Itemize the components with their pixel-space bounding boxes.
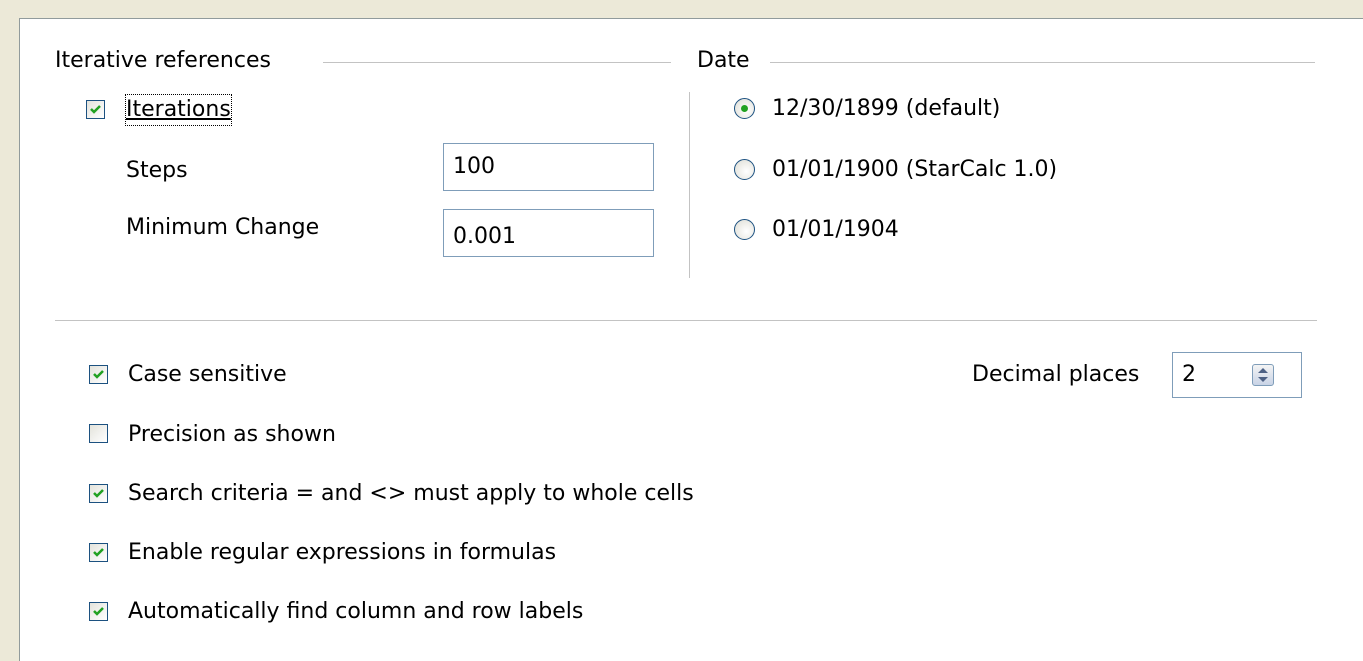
date-radio-1899[interactable] — [734, 98, 755, 119]
regular-expressions-label[interactable]: Enable regular expressions in formulas — [128, 538, 556, 568]
find-labels-label[interactable]: Automatically find column and row labels — [128, 597, 583, 627]
minimum-change-input[interactable]: 0.001 — [443, 209, 654, 257]
search-criteria-label[interactable]: Search criteria = and <> must apply to w… — [128, 479, 694, 509]
decimal-places-value: 2 — [1182, 362, 1196, 387]
case-sensitive-checkbox[interactable] — [89, 365, 108, 384]
date-group-line — [770, 62, 1315, 63]
precision-as-shown-label[interactable]: Precision as shown — [128, 420, 336, 450]
iterations-label[interactable]: Iterations — [125, 94, 232, 126]
date-radio-1900[interactable] — [734, 159, 755, 180]
spin-arrows-glyph — [1258, 368, 1268, 382]
case-sensitive-label[interactable]: Case sensitive — [128, 360, 287, 390]
checkmark-icon — [93, 489, 104, 498]
date-radio-1904[interactable] — [734, 219, 755, 240]
iterative-references-heading: Iterative references — [55, 48, 271, 73]
checkmark-icon — [93, 548, 104, 557]
steps-input[interactable]: 100 — [443, 143, 654, 191]
checkmark-icon — [90, 105, 101, 114]
checkmark-icon — [93, 607, 104, 616]
steps-label: Steps — [126, 158, 188, 183]
radio-selected-dot — [741, 105, 748, 112]
spin-arrows-icon[interactable] — [1252, 364, 1274, 386]
find-labels-checkbox[interactable] — [89, 602, 108, 621]
date-option-1899-label[interactable]: 12/30/1899 (default) — [772, 94, 1000, 124]
iterative-group-line — [323, 62, 671, 63]
precision-as-shown-checkbox[interactable] — [89, 424, 108, 443]
decimal-places-label: Decimal places — [972, 362, 1140, 387]
decimal-places-spinbox[interactable]: 2 — [1172, 352, 1302, 398]
regular-expressions-checkbox[interactable] — [89, 543, 108, 562]
section-divider — [55, 320, 1317, 321]
date-option-1904-label[interactable]: 01/01/1904 — [772, 215, 899, 245]
iterations-checkbox[interactable] — [86, 100, 105, 119]
minimum-change-label: Minimum Change — [126, 215, 320, 240]
date-heading: Date — [697, 48, 750, 73]
date-option-1900-label[interactable]: 01/01/1900 (StarCalc 1.0) — [772, 155, 1057, 185]
checkmark-icon — [93, 370, 104, 379]
search-criteria-checkbox[interactable] — [89, 484, 108, 503]
group-separator — [689, 92, 690, 278]
